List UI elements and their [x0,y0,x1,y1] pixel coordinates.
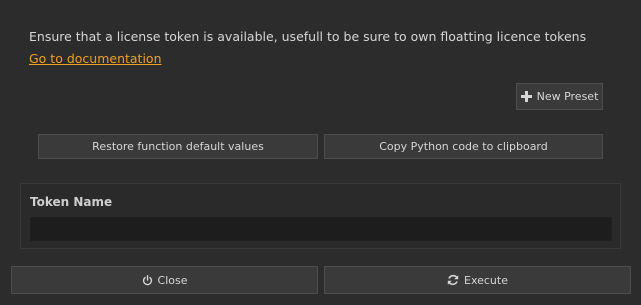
close-button[interactable]: Close [11,266,318,294]
plus-icon [520,91,532,102]
copy-python-code-label: Copy Python code to clipboard [379,140,548,153]
refresh-icon [447,274,459,286]
close-label: Close [157,273,188,287]
restore-defaults-button[interactable]: Restore function default values [38,134,318,159]
token-name-label: Token Name [30,195,113,209]
execute-label: Execute [464,273,508,287]
new-preset-button[interactable]: New Preset [516,83,603,110]
new-preset-label: New Preset [536,90,599,103]
token-name-input[interactable] [30,217,612,241]
restore-defaults-label: Restore function default values [92,140,264,153]
parameters-panel: Token Name [20,183,621,249]
function-dialog: Ensure that a license token is available… [0,0,641,305]
copy-python-code-button[interactable]: Copy Python code to clipboard [324,134,603,159]
execute-button[interactable]: Execute [324,266,631,294]
documentation-link[interactable]: Go to documentation [29,51,162,66]
function-description: Ensure that a license token is available… [29,29,587,44]
power-icon [142,274,153,286]
